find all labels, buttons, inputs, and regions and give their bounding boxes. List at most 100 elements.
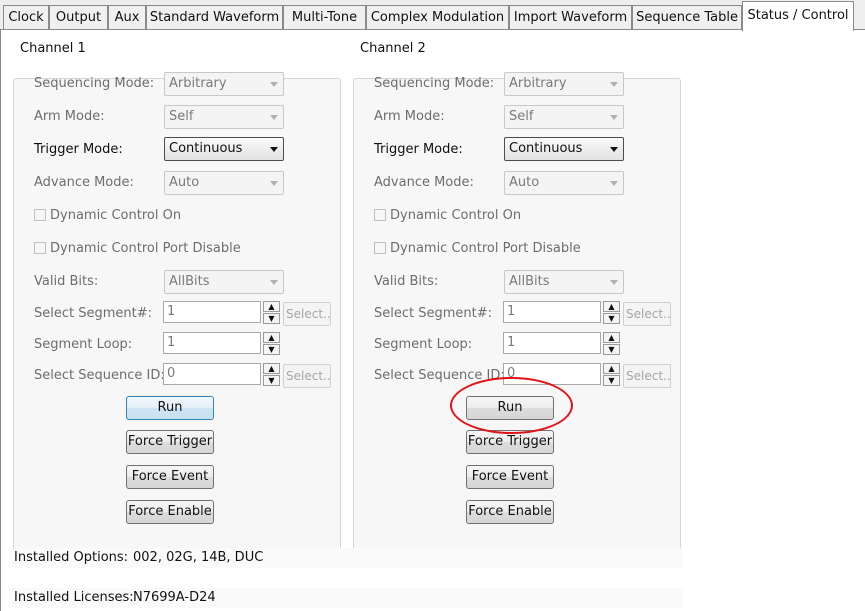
tab-sequence-table[interactable]: Sequence Table <box>632 5 742 30</box>
checkbox-icon <box>34 209 46 221</box>
chevron-down-icon <box>610 280 618 285</box>
checkbox-icon <box>374 209 386 221</box>
tab-aux[interactable]: Aux <box>108 5 146 30</box>
ch1-segment-loop-label: Segment Loop: <box>34 337 133 352</box>
ch2-sequencing-mode-select[interactable]: Arbitrary <box>504 72 624 96</box>
chevron-down-icon <box>610 115 618 120</box>
ch1-select-sequence-id-down[interactable]: ▼ <box>263 375 280 386</box>
ch2-sequencing-mode-label: Sequencing Mode: <box>374 76 495 91</box>
ch1-select-segment-down[interactable]: ▼ <box>263 313 280 324</box>
chevron-down-icon <box>270 280 278 285</box>
ch1-force-event-button[interactable]: Force Event <box>126 465 214 489</box>
ch1-select-segment-button[interactable]: Select.. <box>283 302 331 326</box>
tab-import-waveform[interactable]: Import Waveform <box>509 5 632 30</box>
ch1-sequencing-mode-select[interactable]: Arbitrary <box>164 72 284 96</box>
ch1-sequencing-mode-label: Sequencing Mode: <box>34 76 155 91</box>
ch1-segment-loop-down[interactable]: ▼ <box>263 344 280 355</box>
tab-status-control[interactable]: Status / Control <box>742 1 854 31</box>
ch2-sequencing-mode-value: Arbitrary <box>509 76 567 91</box>
ch1-force-trigger-button[interactable]: Force Trigger <box>126 430 214 454</box>
ch2-select-sequence-id-button[interactable]: Select.. <box>623 364 671 388</box>
ch1-segment-loop-input[interactable]: 1 <box>163 332 261 354</box>
ch2-force-enable-button[interactable]: Force Enable <box>466 500 554 524</box>
ch1-dynamic-control-on-label: Dynamic Control On <box>50 208 182 223</box>
ch2-select-sequence-id-down[interactable]: ▼ <box>603 375 620 386</box>
ch2-valid-bits-label: Valid Bits: <box>374 274 439 289</box>
ch1-trigger-mode-select[interactable]: Continuous <box>164 137 284 161</box>
ch2-trigger-mode-label: Trigger Mode: <box>374 142 463 157</box>
ch2-trigger-mode-select[interactable]: Continuous <box>504 137 624 161</box>
ch1-dynamic-control-port-disable-checkbox[interactable]: Dynamic Control Port Disable <box>34 241 241 256</box>
ch1-advance-mode-value: Auto <box>169 175 200 190</box>
tab-output[interactable]: Output <box>49 5 108 30</box>
ch1-segment-loop-up[interactable]: ▲ <box>263 332 280 343</box>
ch2-trigger-mode-value: Continuous <box>509 141 583 156</box>
installed-options-row: Installed Options: 002, 02G, 14B, DUC <box>9 548 683 568</box>
ch2-valid-bits-select[interactable]: AllBits <box>504 270 624 294</box>
checkbox-icon <box>34 242 46 254</box>
channel-2-title: Channel 2 <box>360 41 426 56</box>
ch2-segment-loop-input[interactable]: 1 <box>503 332 601 354</box>
installed-licenses-row: Installed Licenses:N7699A-D24 <box>9 588 683 608</box>
ch2-segment-loop-label: Segment Loop: <box>374 337 473 352</box>
ch2-segment-loop-down[interactable]: ▼ <box>603 344 620 355</box>
tab-strip: Clock Output Aux Standard Waveform Multi… <box>0 0 865 31</box>
ch1-dynamic-control-on-checkbox[interactable]: Dynamic Control On <box>34 208 181 223</box>
ch1-run-button[interactable]: Run <box>126 396 214 420</box>
ch2-arm-mode-select[interactable]: Self <box>504 105 624 129</box>
ch2-valid-bits-value: AllBits <box>509 274 550 289</box>
ch1-force-enable-button[interactable]: Force Enable <box>126 500 214 524</box>
checkbox-icon <box>374 242 386 254</box>
ch2-arm-mode-value: Self <box>509 109 534 124</box>
ch1-sequencing-mode-value: Arbitrary <box>169 76 227 91</box>
ch1-select-sequence-id-label: Select Sequence ID: <box>34 368 165 383</box>
channel-1-title: Channel 1 <box>20 41 86 56</box>
chevron-down-icon <box>610 147 618 152</box>
ch1-dynamic-control-port-disable-label: Dynamic Control Port Disable <box>50 241 241 256</box>
tab-complex-modulation[interactable]: Complex Modulation <box>366 5 509 30</box>
installed-licenses-value: N7699A-D24 <box>133 590 216 605</box>
ch1-valid-bits-value: AllBits <box>169 274 210 289</box>
ch2-segment-loop-up[interactable]: ▲ <box>603 332 620 343</box>
ch2-select-segment-input[interactable]: 1 <box>503 301 601 323</box>
tab-standard-waveform[interactable]: Standard Waveform <box>146 5 283 30</box>
tab-multi-tone[interactable]: Multi-Tone <box>283 5 366 30</box>
chevron-down-icon <box>270 181 278 186</box>
chevron-down-icon <box>610 181 618 186</box>
ch1-select-segment-label: Select Segment#: <box>34 306 153 321</box>
ch2-dynamic-control-on-checkbox[interactable]: Dynamic Control On <box>374 208 521 223</box>
ch2-select-segment-down[interactable]: ▼ <box>603 313 620 324</box>
ch1-arm-mode-select[interactable]: Self <box>164 105 284 129</box>
ch2-select-sequence-id-up[interactable]: ▲ <box>603 363 620 374</box>
chevron-down-icon <box>270 82 278 87</box>
ch1-arm-mode-value: Self <box>169 109 194 124</box>
ch1-valid-bits-select[interactable]: AllBits <box>164 270 284 294</box>
installed-licenses-label: Installed Licenses: <box>14 590 134 605</box>
ch1-trigger-mode-label: Trigger Mode: <box>34 142 123 157</box>
chevron-down-icon <box>270 115 278 120</box>
ch2-advance-mode-select[interactable]: Auto <box>504 171 624 195</box>
ch2-force-event-button[interactable]: Force Event <box>466 465 554 489</box>
ch2-select-segment-up[interactable]: ▲ <box>603 301 620 312</box>
ch1-select-sequence-id-up[interactable]: ▲ <box>263 363 280 374</box>
status-control-page: Channel 1 Sequencing Mode: Arbitrary Arm… <box>0 30 865 611</box>
tab-clock[interactable]: Clock <box>3 5 49 30</box>
ch1-select-sequence-id-button[interactable]: Select.. <box>283 364 331 388</box>
ch2-select-segment-label: Select Segment#: <box>374 306 493 321</box>
ch2-advance-mode-label: Advance Mode: <box>374 175 474 190</box>
ch2-advance-mode-value: Auto <box>509 175 540 190</box>
chevron-down-icon <box>270 147 278 152</box>
ch1-advance-mode-label: Advance Mode: <box>34 175 134 190</box>
ch1-advance-mode-select[interactable]: Auto <box>164 171 284 195</box>
ch2-select-segment-button[interactable]: Select.. <box>623 302 671 326</box>
ch1-select-segment-input[interactable]: 1 <box>163 301 261 323</box>
ch1-select-segment-up[interactable]: ▲ <box>263 301 280 312</box>
ch2-dynamic-control-port-disable-checkbox[interactable]: Dynamic Control Port Disable <box>374 241 581 256</box>
ch1-select-sequence-id-input[interactable]: 0 <box>163 363 261 385</box>
ch2-arm-mode-label: Arm Mode: <box>374 109 445 124</box>
ch2-dynamic-control-port-disable-label: Dynamic Control Port Disable <box>390 241 581 256</box>
installed-options-value: 002, 02G, 14B, DUC <box>133 550 264 565</box>
ch1-trigger-mode-value: Continuous <box>169 141 243 156</box>
ch2-dynamic-control-on-label: Dynamic Control On <box>390 208 522 223</box>
installed-options-label: Installed Options: <box>14 550 129 565</box>
